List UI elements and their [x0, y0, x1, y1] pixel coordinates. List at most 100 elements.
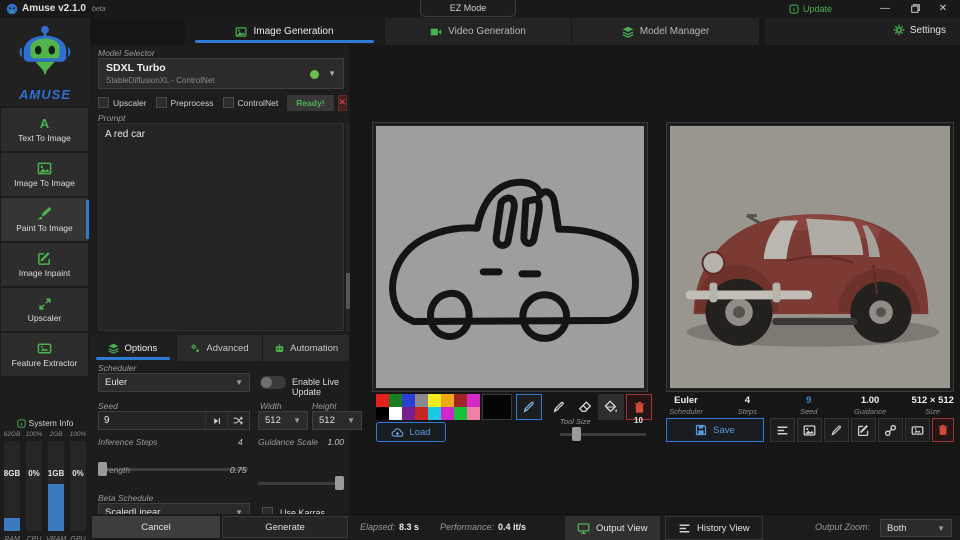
- palette-color-swatch[interactable]: [428, 407, 441, 420]
- sidebar-item-feature-extractor[interactable]: Feature Extractor: [1, 333, 88, 376]
- upscaler-checkbox[interactable]: [98, 97, 109, 108]
- automation-icon: [274, 343, 285, 354]
- generate-button[interactable]: Generate: [222, 516, 348, 538]
- scheduler-dropdown[interactable]: Euler ▼: [98, 373, 250, 392]
- palette-color-swatch[interactable]: [441, 394, 454, 407]
- app-title: Amuse v2.1.0: [22, 3, 86, 14]
- scheduler-label: Scheduler: [98, 363, 136, 373]
- send-to-upscaler-button[interactable]: [878, 418, 903, 442]
- cloud-upload-icon: [391, 426, 404, 439]
- slider-thumb[interactable]: [572, 427, 581, 441]
- current-color-swatch[interactable]: [482, 394, 512, 420]
- history-view-button[interactable]: History View: [665, 516, 763, 540]
- unload-model-button[interactable]: ✕: [338, 95, 348, 111]
- height-value: 512: [319, 415, 335, 426]
- save-label: Save: [713, 425, 735, 436]
- close-button[interactable]: ✕: [930, 0, 956, 17]
- palette-color-swatch[interactable]: [467, 394, 480, 407]
- chevron-down-icon: ▼: [235, 378, 243, 387]
- image-icon: [803, 424, 816, 437]
- seed-input[interactable]: [99, 415, 205, 426]
- sidebar-item-image-to-image[interactable]: Image To Image: [1, 153, 88, 196]
- options-icon: [108, 343, 119, 354]
- sidebar-item-image-inpaint[interactable]: Image Inpaint: [1, 243, 88, 286]
- car-sketch-drawing: [376, 126, 644, 388]
- fill-tool-button[interactable]: [598, 394, 624, 420]
- save-button[interactable]: Save: [666, 418, 764, 442]
- palette-color-swatch[interactable]: [467, 407, 480, 420]
- sidebar-item-upscaler[interactable]: Upscaler: [1, 288, 88, 331]
- palette-color-swatch[interactable]: [454, 407, 467, 420]
- stat-size: 512 × 512Size: [911, 395, 954, 416]
- preprocess-checkbox[interactable]: [156, 97, 167, 108]
- palette-color-swatch[interactable]: [389, 394, 402, 407]
- output-zoom-dropdown[interactable]: Both ▼: [880, 519, 952, 537]
- ready-button[interactable]: Ready!: [287, 95, 333, 111]
- tab-model-manager[interactable]: Model Manager: [572, 18, 760, 45]
- cancel-button[interactable]: Cancel: [92, 516, 220, 538]
- settings-button[interactable]: Settings: [893, 24, 946, 36]
- output-stats-row: EulerScheduler 4Steps 9Seed 1.00Guidance…: [666, 395, 954, 416]
- palette-color-swatch[interactable]: [454, 394, 467, 407]
- generation-controls: Scheduler Euler ▼ Enable Live Update See…: [90, 361, 350, 515]
- palette-color-swatch[interactable]: [441, 407, 454, 420]
- palette-color-swatch[interactable]: [402, 407, 415, 420]
- update-button[interactable]: Update: [789, 2, 832, 16]
- tab-label: Image Generation: [253, 26, 333, 37]
- live-update-toggle[interactable]: [260, 376, 286, 389]
- tab-advanced[interactable]: Advanced: [177, 335, 264, 361]
- tab-image-generation[interactable]: Image Generation: [185, 18, 385, 45]
- scrollbar-handle[interactable]: [346, 273, 350, 309]
- load-image-button[interactable]: Load: [376, 422, 446, 442]
- meter-track: [26, 441, 42, 531]
- output-details-button[interactable]: [770, 418, 795, 442]
- send-to-inpaint-button[interactable]: [851, 418, 876, 442]
- generated-image[interactable]: [670, 126, 950, 388]
- feature-extractor-icon: [37, 341, 52, 356]
- output-view-button[interactable]: Output View: [565, 516, 660, 540]
- palette-color-swatch[interactable]: [376, 407, 389, 420]
- palette-color-swatch[interactable]: [389, 407, 402, 420]
- pen-icon: [830, 424, 843, 437]
- sidebar-item-paint-to-image[interactable]: Paint To Image: [1, 198, 88, 241]
- meter-cpu: 100% 0% CPU: [24, 431, 44, 540]
- width-dropdown[interactable]: 512▼: [258, 411, 308, 430]
- sidebar-item-text-to-image[interactable]: A Text To Image: [1, 108, 88, 151]
- ez-mode-button[interactable]: EZ Mode: [420, 0, 516, 17]
- guidance-scale-slider[interactable]: [258, 476, 344, 490]
- palette-color-swatch[interactable]: [376, 394, 389, 407]
- tool-size-slider[interactable]: [560, 427, 646, 441]
- height-label: Height: [312, 401, 337, 411]
- pen-tool-button[interactable]: [516, 394, 542, 420]
- paint-canvas[interactable]: [376, 126, 644, 388]
- palette-row-1: [376, 394, 480, 407]
- height-dropdown[interactable]: 512▼: [312, 411, 362, 430]
- meter-ram: 62GB 8GB RAM: [2, 431, 22, 540]
- slider-thumb[interactable]: [335, 476, 344, 490]
- width-label: Width: [260, 401, 282, 411]
- delete-output-button[interactable]: [932, 418, 954, 442]
- tool-size-label: Tool Size: [560, 417, 591, 426]
- model-selector-dropdown[interactable]: SDXL Turbo StableDiffusionXL - ControlNe…: [98, 58, 344, 89]
- minimize-button[interactable]: —: [872, 0, 898, 17]
- tab-automation[interactable]: Automation: [263, 335, 350, 361]
- palette-color-swatch[interactable]: [428, 394, 441, 407]
- tab-label: Video Generation: [448, 26, 526, 37]
- send-to-image-to-image-button[interactable]: [797, 418, 822, 442]
- send-to-feature-extractor-button[interactable]: [905, 418, 930, 442]
- maximize-button[interactable]: [902, 0, 928, 17]
- tab-options[interactable]: Options: [90, 335, 177, 361]
- tab-video-generation[interactable]: Video Generation: [385, 18, 572, 45]
- prompt-input[interactable]: A red car: [98, 123, 344, 331]
- panel-scrollbar[interactable]: [346, 123, 350, 331]
- palette-color-swatch[interactable]: [402, 394, 415, 407]
- tab-label: Advanced: [206, 343, 248, 354]
- chevron-down-icon: ▼: [293, 416, 301, 425]
- seed-last-icon-button[interactable]: [205, 412, 227, 429]
- palette-color-swatch[interactable]: [415, 394, 428, 407]
- controlnet-checkbox[interactable]: [223, 97, 234, 108]
- model-subtitle: StableDiffusionXL - ControlNet: [106, 76, 215, 85]
- palette-color-swatch[interactable]: [415, 407, 428, 420]
- send-to-paint-button[interactable]: [824, 418, 849, 442]
- seed-shuffle-icon-button[interactable]: [227, 412, 249, 429]
